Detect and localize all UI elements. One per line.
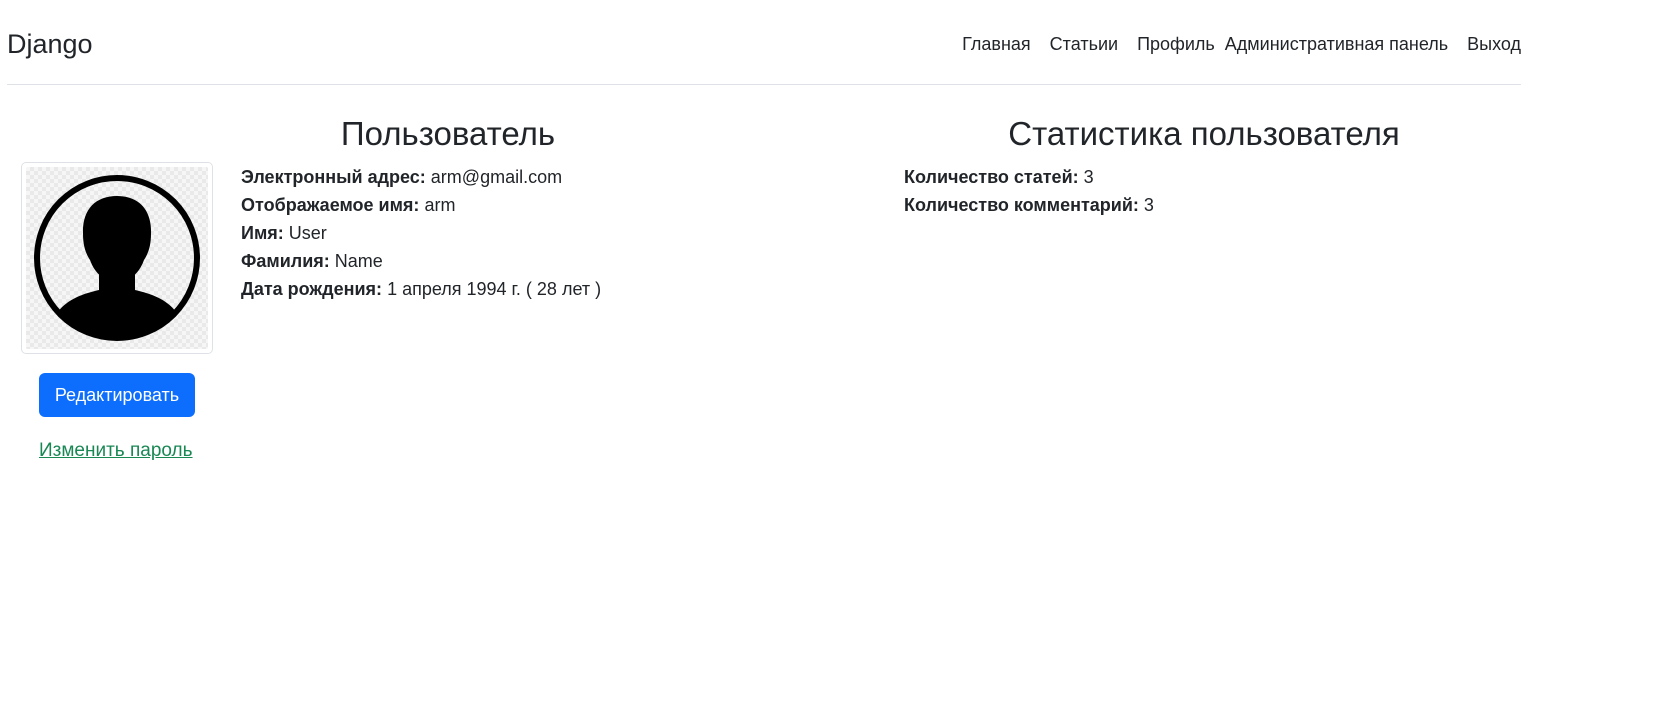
nav-link-articles[interactable]: Статьии: [1050, 31, 1118, 57]
field-value: Name: [334, 251, 383, 271]
edit-profile-button[interactable]: Редактировать: [39, 373, 195, 417]
profile-info-list: Электронный адрес: arm@gmail.com Отображ…: [241, 163, 601, 303]
field-label: Количество статей:: [904, 167, 1079, 187]
avatar: [21, 162, 213, 354]
profile-field-last-name: Фамилия: Name: [241, 247, 601, 275]
profile-field-display-name: Отображаемое имя: arm: [241, 191, 601, 219]
field-value: arm: [424, 195, 456, 215]
field-value: arm@gmail.com: [430, 167, 563, 187]
avatar-image: [26, 167, 208, 349]
stats-title: Статистика пользователя: [1008, 115, 1400, 152]
stats-list: Количество статей: 3 Количество коммента…: [904, 163, 1154, 219]
field-value: 3: [1083, 167, 1094, 187]
field-label: Электронный адрес:: [241, 167, 426, 187]
profile-field-birth-date: Дата рождения: 1 апреля 1994 г. ( 28 лет…: [241, 275, 601, 303]
field-value: 1 апреля 1994 г. ( 28 лет ): [387, 279, 602, 299]
nav-link-profile[interactable]: Профиль: [1137, 31, 1215, 57]
stats-articles-count: Количество статей: 3: [904, 163, 1154, 191]
navbar-brand[interactable]: Django: [7, 27, 93, 61]
nav-link-home[interactable]: Главная: [962, 31, 1031, 57]
profile-title: Пользователь: [340, 115, 556, 152]
navbar: Django Главная Статьии Профиль Администр…: [7, 0, 1521, 85]
field-value: 3: [1143, 195, 1154, 215]
nav-link-admin-panel[interactable]: Административная панель: [1225, 31, 1448, 57]
field-label: Отображаемое имя:: [241, 195, 420, 215]
field-label: Количество комментарий:: [904, 195, 1139, 215]
profile-field-first-name: Имя: User: [241, 219, 601, 247]
profile-field-email: Электронный адрес: arm@gmail.com: [241, 163, 601, 191]
change-password-link[interactable]: Изменить пароль: [39, 439, 193, 463]
field-value: User: [288, 223, 327, 243]
nav-links: Главная Статьии Профиль Административная…: [943, 31, 1521, 57]
field-label: Фамилия:: [241, 251, 330, 271]
field-label: Имя:: [241, 223, 284, 243]
nav-link-logout[interactable]: Выход: [1467, 31, 1521, 57]
stats-comments-count: Количество комментарий: 3: [904, 191, 1154, 219]
user-silhouette-icon: [34, 175, 200, 341]
field-label: Дата рождения:: [241, 279, 383, 299]
